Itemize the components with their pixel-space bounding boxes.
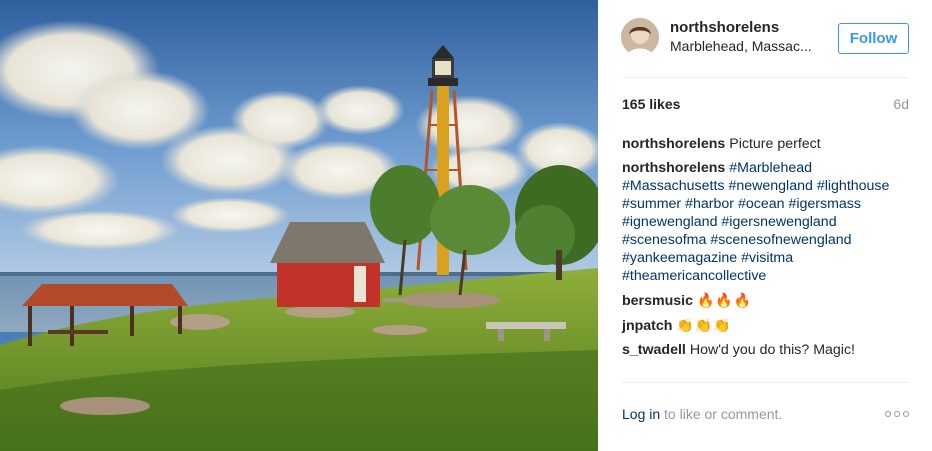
comment-text: 🔥🔥🔥: [696, 292, 753, 308]
hashtag-link[interactable]: #Marblehead: [729, 160, 812, 176]
likes-row: 165 likes 6d: [622, 96, 909, 116]
comment-item: s_twadell How'd you do this? Magic!: [622, 341, 912, 359]
hashtag-link[interactable]: #theamericancollective: [622, 268, 766, 284]
hashtag-link[interactable]: #newengland: [728, 178, 812, 194]
comment-text: 👏👏👏: [676, 317, 732, 333]
comment-author[interactable]: s_twadell: [622, 342, 686, 358]
comment-text: Picture perfect: [729, 136, 821, 152]
hashtag-link[interactable]: #scenesofnewengland: [710, 232, 851, 248]
hashtag-link[interactable]: #harbor: [685, 196, 734, 212]
comments-list: northshorelens Picture perfect northshor…: [622, 135, 912, 365]
comment-author[interactable]: bersmusic: [622, 293, 693, 309]
hashtag-link[interactable]: #igersnewengland: [721, 214, 836, 230]
comment-item: jnpatch 👏👏👏: [622, 316, 912, 335]
post-footer: Log in to like or comment.: [622, 406, 909, 426]
hashtag-link[interactable]: #scenesofma: [622, 232, 706, 248]
hashtag-link[interactable]: #ocean: [738, 196, 785, 212]
more-options-icon[interactable]: [885, 411, 909, 419]
follow-button[interactable]: Follow: [838, 23, 909, 54]
location-link[interactable]: Marblehead, Massac...: [670, 38, 830, 54]
login-link[interactable]: Log in: [622, 406, 660, 422]
cottage: [270, 222, 385, 307]
comment-text: How'd you do this? Magic!: [689, 342, 855, 358]
hashtag-link[interactable]: #visitma: [741, 250, 793, 266]
avatar-image: [621, 18, 659, 56]
post-photo-art: [0, 0, 598, 451]
post-header: northshorelens Marblehead, Massac... Fol…: [598, 0, 932, 78]
hashtag-link[interactable]: #Massachusetts: [622, 178, 725, 194]
hashtag-link[interactable]: #igersmass: [788, 196, 861, 212]
footer-divider: [622, 382, 909, 383]
comment-author[interactable]: jnpatch: [622, 318, 672, 334]
hashtag-link[interactable]: #lighthouse: [817, 178, 890, 194]
comment-author[interactable]: northshorelens: [622, 136, 725, 152]
header-divider: [622, 77, 909, 78]
hashtag-comment: northshorelens #Marblehead #Massachusett…: [622, 159, 912, 285]
hashtag-link[interactable]: #summer: [622, 196, 681, 212]
username-link[interactable]: northshorelens: [670, 19, 779, 36]
hashtag-link[interactable]: #yankeemagazine: [622, 250, 737, 266]
comment-item: bersmusic 🔥🔥🔥: [622, 291, 912, 310]
caption-comment: northshorelens Picture perfect: [622, 135, 912, 153]
avatar[interactable]: [621, 18, 659, 56]
post-details-panel: northshorelens Marblehead, Massac... Fol…: [598, 0, 932, 451]
likes-count[interactable]: 165 likes: [622, 96, 680, 112]
login-prompt-text: to like or comment.: [660, 406, 783, 422]
hashtag-link[interactable]: #ignewengland: [622, 214, 717, 230]
comment-author[interactable]: northshorelens: [622, 160, 725, 176]
post-photo[interactable]: [0, 0, 598, 451]
post-time[interactable]: 6d: [893, 96, 909, 112]
